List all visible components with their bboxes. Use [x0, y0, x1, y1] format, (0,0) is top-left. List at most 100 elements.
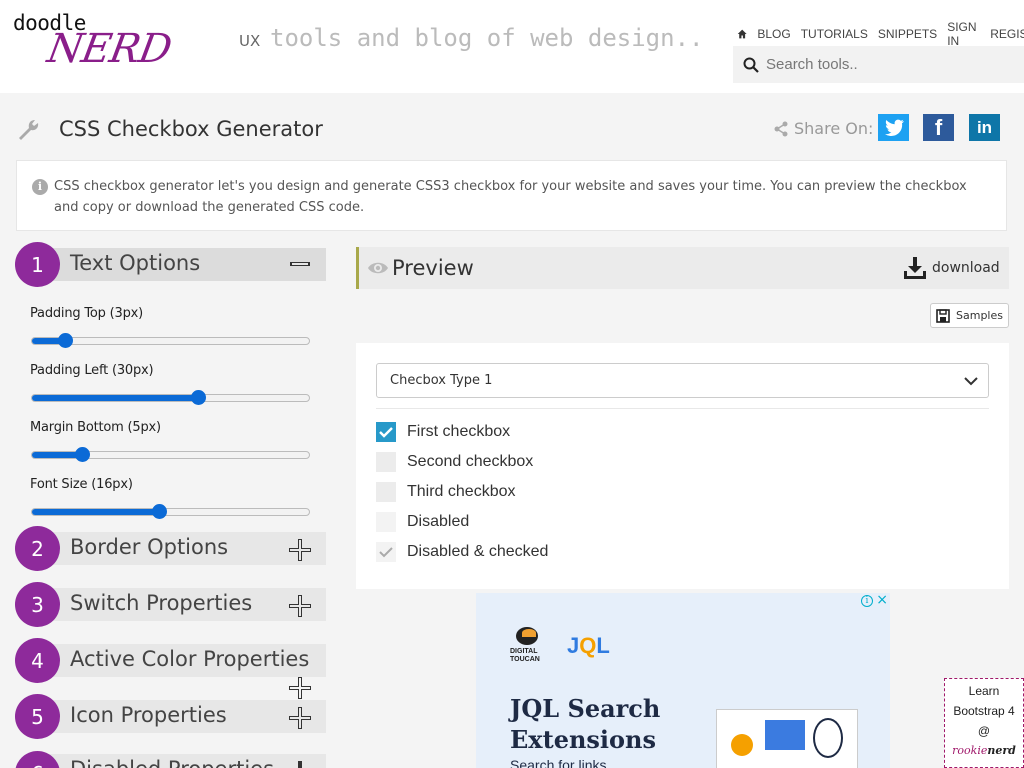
slider-margin-bottom[interactable]	[31, 447, 310, 462]
slider-fill	[32, 509, 160, 515]
section-label: Icon Properties	[70, 703, 227, 727]
checkbox-disabled	[376, 512, 396, 532]
check-icon	[379, 427, 393, 438]
slider-font-size[interactable]	[31, 504, 310, 519]
checkbox-third[interactable]	[376, 482, 396, 502]
checkbox-row: Disabled & checked	[376, 542, 548, 562]
checkbox-label: Third checkbox	[407, 483, 516, 500]
checkbox-label: First checkbox	[407, 423, 511, 440]
slider-padding-top[interactable]	[31, 333, 310, 348]
section-label: Disabled Properties	[70, 757, 274, 768]
checkbox-disabled-checked	[376, 542, 396, 562]
section-switch-properties[interactable]: 3 Switch Properties	[15, 582, 326, 627]
slider-thumb[interactable]	[191, 390, 207, 405]
illus-shape	[765, 720, 805, 750]
ad-headline-line2: Extensions	[510, 725, 657, 754]
digital-toucan-logo: DIGITAL TOUCAN	[510, 627, 546, 671]
expand-icon[interactable]	[289, 677, 311, 699]
checkbox-row[interactable]: First checkbox	[376, 422, 510, 442]
checkbox-label: Disabled	[407, 513, 470, 530]
download-icon	[904, 257, 926, 279]
ad-subtext: Search for links	[510, 757, 607, 768]
nav-sign-in[interactable]: SIGN IN	[947, 20, 980, 48]
nav-register[interactable]: REGISTER	[990, 27, 1024, 41]
learn-bootstrap-badge[interactable]: Learn Bootstrap 4 @ rookienerd	[944, 678, 1024, 768]
linkedin-share-button[interactable]: in	[969, 114, 1000, 141]
top-nav: BLOG TUTORIALS SNIPPETS SIGN IN REGISTER	[737, 20, 1024, 48]
badge-line3: @	[977, 724, 991, 738]
brand-b: nerd	[987, 744, 1016, 757]
slider-thumb[interactable]	[74, 447, 90, 462]
section-border-options[interactable]: 2 Border Options	[15, 526, 326, 571]
samples-button[interactable]: Samples	[930, 303, 1009, 328]
nav-tutorials[interactable]: TUTORIALS	[801, 27, 868, 41]
slider-padding-left[interactable]	[31, 390, 310, 405]
section-icon-properties[interactable]: 5 Icon Properties	[15, 694, 326, 739]
checkbox-type-select[interactable]: Checbox Type 1	[376, 363, 989, 398]
toucan-label: DIGITAL TOUCAN	[510, 648, 540, 663]
site-header: doodle NERD UX tools and blog of web des…	[0, 0, 1024, 93]
ad-headline-line1: JQL Search	[510, 694, 661, 723]
jql-j: J	[567, 633, 580, 658]
section-disabled-properties[interactable]: 6 Disabled Properties	[15, 751, 326, 768]
slider-thumb[interactable]	[152, 504, 168, 519]
chevron-down-icon	[964, 377, 978, 386]
advertisement[interactable]: i × DIGITAL TOUCAN JQL JQL Search Extens…	[476, 593, 890, 768]
section-label: Text Options	[70, 251, 201, 275]
download-label: download	[932, 260, 1000, 276]
section-number: 2	[15, 526, 60, 571]
checkbox-second[interactable]	[376, 452, 396, 472]
expand-icon[interactable]	[289, 707, 311, 729]
preview-panel: Checbox Type 1 First checkbox Second che…	[356, 343, 1009, 589]
ad-info-icon[interactable]: i	[861, 595, 873, 607]
share-text: Share On:	[794, 119, 874, 138]
logo-nerd[interactable]: NERD	[44, 26, 175, 72]
slider-thumb[interactable]	[58, 333, 74, 348]
section-number: 1	[15, 242, 60, 287]
checkbox-row: Disabled	[376, 512, 469, 532]
checkbox-row[interactable]: Third checkbox	[376, 482, 516, 502]
jql-q: Q	[579, 633, 597, 658]
twitter-icon	[884, 119, 904, 136]
section-label: Switch Properties	[70, 591, 253, 615]
expand-icon[interactable]	[289, 595, 311, 617]
section-label: Active Color Properties	[70, 647, 310, 671]
divider	[376, 408, 989, 409]
checkbox-row[interactable]: Second checkbox	[376, 452, 533, 472]
home-icon[interactable]	[737, 27, 747, 41]
toucan-mark	[516, 627, 538, 645]
expand-icon[interactable]	[289, 539, 311, 561]
section-number: 3	[15, 582, 60, 627]
checkbox-first[interactable]	[376, 422, 396, 442]
search-input[interactable]	[766, 56, 1006, 73]
save-icon	[936, 308, 950, 323]
info-text: CSS checkbox generator let's you design …	[54, 179, 967, 215]
wrench-icon	[19, 120, 39, 140]
collapse-icon[interactable]	[290, 262, 310, 266]
download-button[interactable]: download	[903, 256, 1000, 280]
section-label: Border Options	[70, 535, 229, 559]
ad-headline: JQL Search Extensions	[510, 693, 660, 755]
section-number: 5	[15, 694, 60, 739]
tagline: tools and blog of web design..	[270, 24, 704, 52]
select-value: Checbox Type 1	[390, 373, 493, 388]
twitter-share-button[interactable]	[878, 114, 909, 141]
slider-fill	[32, 395, 199, 401]
share-icon	[774, 121, 788, 136]
section-active-color-properties[interactable]: 4 Active Color Properties	[15, 638, 326, 699]
facebook-share-button[interactable]: f	[923, 114, 954, 141]
jql-l: L	[596, 633, 610, 658]
preview-title: Preview	[392, 256, 474, 280]
badge-line2: Bootstrap 4	[953, 704, 1015, 718]
slider-label-padding-left: Padding Left (30px)	[30, 363, 154, 378]
section-text-options[interactable]: 1 Text Options	[15, 242, 326, 287]
nav-blog[interactable]: BLOG	[757, 27, 790, 41]
illus-shape	[731, 734, 753, 756]
brand-a: rookie	[952, 744, 988, 757]
ad-close-icon[interactable]: ×	[876, 593, 888, 608]
jql-logo: JQL	[567, 633, 610, 659]
preview-header: Preview download	[356, 247, 1009, 289]
nav-snippets[interactable]: SNIPPETS	[878, 27, 937, 41]
expand-icon[interactable]	[289, 761, 311, 768]
search-icon[interactable]	[743, 57, 759, 73]
